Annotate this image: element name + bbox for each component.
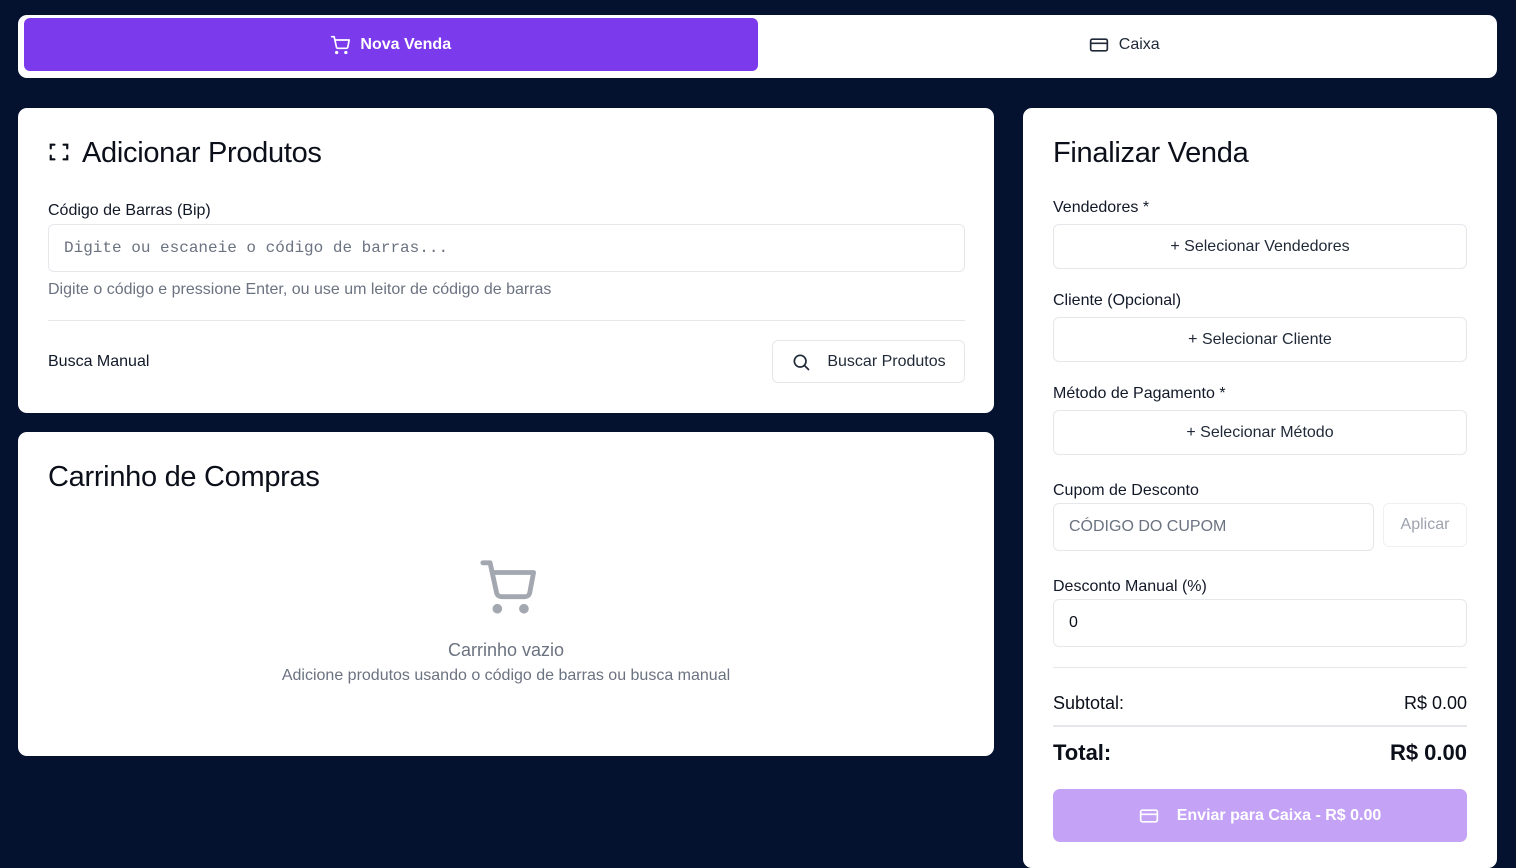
divider [48,320,965,321]
cart-icon [331,35,351,54]
checkout-title: Finalizar Venda [1053,137,1249,169]
barcode-label: Código de Barras (Bip) [48,202,211,219]
search-products-label: Buscar Produtos [827,352,946,370]
coupon-label: Cupom de Desconto [1053,482,1199,499]
client-label: Cliente (Opcional) [1053,292,1182,309]
subtotal-row: Subtotal: R$ 0.00 [1053,693,1467,714]
empty-cart-title: Carrinho vazio [447,640,565,660]
checkout-card: Finalizar Venda Vendedores * + Seleciona… [1023,108,1497,868]
search-icon [793,354,810,370]
select-sellers-button[interactable]: + Selecionar Vendedores [1053,224,1467,269]
barcode-input[interactable]: Digite ou escaneie o código de barras... [48,224,965,272]
cart-title: Carrinho de Compras [48,461,320,493]
cart-card: Carrinho de Compras Carrinho vazio Adici… [18,432,994,756]
empty-cart-hint: Adicione produtos usando o código de bar… [281,667,731,684]
coupon-placeholder: CÓDIGO DO CUPOM [1069,518,1227,535]
barcode-placeholder: Digite ou escaneie o código de barras... [64,239,449,257]
total-value: R$ 0.00 [1389,740,1467,765]
apply-coupon-button[interactable]: Aplicar [1383,503,1467,547]
manual-discount-value: 0 [1069,614,1078,631]
divider [1053,667,1467,668]
credit-card-icon [1139,808,1158,823]
tab-nova-venda[interactable]: Nova Venda [24,18,758,71]
coupon-input[interactable]: CÓDIGO DO CUPOM [1053,503,1374,551]
select-sellers-label: + Selecionar Vendedores [1170,237,1350,255]
barcode-hint: Digite o código e pressione Enter, ou us… [48,281,552,298]
select-payment-method-button[interactable]: + Selecionar Método [1053,410,1467,455]
manual-discount-input[interactable]: 0 [1053,599,1467,647]
empty-cart-icon [480,560,536,614]
apply-coupon-label: Aplicar [1400,516,1450,533]
sellers-label: Vendedores * [1053,199,1150,216]
subtotal-value: R$ 0.00 [1403,693,1467,713]
tab-nova-venda-label: Nova Venda [360,35,452,53]
manual-search-label: Busca Manual [48,353,150,370]
select-payment-method-label: + Selecionar Método [1186,423,1334,441]
divider [1053,725,1467,727]
tab-bar: Nova Venda Caixa [18,15,1497,78]
add-products-card: Adicionar Produtos Código de Barras (Bip… [18,108,994,413]
total-label: Total: [1053,740,1112,765]
send-to-cashier-label: Enviar para Caixa - R$ 0.00 [1176,806,1382,824]
send-to-cashier-button[interactable]: Enviar para Caixa - R$ 0.00 [1053,789,1467,842]
tab-caixa-label: Caixa [1118,35,1160,53]
tab-caixa[interactable]: Caixa [758,18,1492,71]
total-row: Total: R$ 0.00 [1053,740,1467,766]
scan-icon [49,143,69,161]
payment-method-label: Método de Pagamento * [1053,385,1226,402]
select-client-button[interactable]: + Selecionar Cliente [1053,317,1467,362]
subtotal-label: Subtotal: [1053,693,1125,713]
credit-card-icon [1089,37,1108,52]
search-products-button[interactable]: Buscar Produtos [772,340,965,383]
select-client-label: + Selecionar Cliente [1188,330,1332,348]
manual-discount-label: Desconto Manual (%) [1053,578,1207,595]
add-products-title: Adicionar Produtos [82,137,322,169]
